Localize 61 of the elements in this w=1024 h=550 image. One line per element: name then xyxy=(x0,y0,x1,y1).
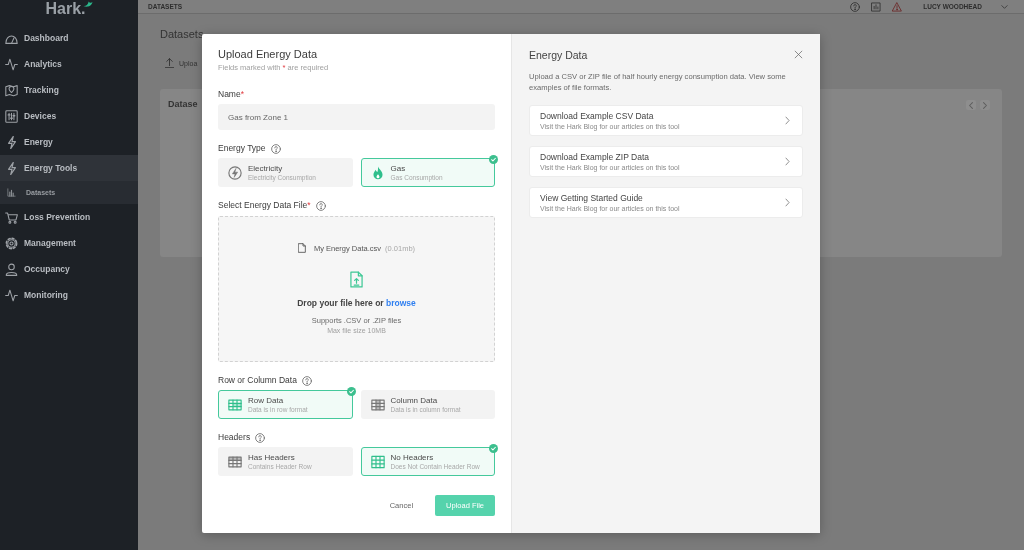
chevron-right-icon xyxy=(785,116,790,125)
sidebar-item[interactable]: Monitoring xyxy=(0,282,138,308)
bar-chart-icon[interactable] xyxy=(871,1,882,12)
chevron-left-icon xyxy=(969,101,973,109)
page-title: Datasets xyxy=(160,27,204,41)
map-pin-icon xyxy=(5,83,18,97)
check-icon xyxy=(489,155,498,164)
table-grid-icon xyxy=(370,454,385,469)
upload-file-icon xyxy=(350,271,363,288)
help-icon[interactable] xyxy=(301,375,312,386)
chevron-right-icon xyxy=(983,101,987,109)
name-input[interactable]: Gas from Zone 1 xyxy=(218,104,495,130)
dialog-title: Upload Energy Data xyxy=(218,48,319,61)
upload-icon xyxy=(165,58,174,68)
sidebar-item[interactable]: Analytics xyxy=(0,51,138,77)
table-row-icon xyxy=(228,397,242,412)
sidebar-item[interactable]: Energy xyxy=(0,129,138,155)
close-button[interactable] xyxy=(794,50,803,59)
help-icon[interactable] xyxy=(255,432,266,443)
field-label: Headers xyxy=(218,432,251,443)
person-icon xyxy=(5,262,18,276)
field-label: Energy Type xyxy=(218,143,266,154)
pulse-icon xyxy=(5,288,18,302)
warning-icon[interactable] xyxy=(892,1,903,12)
cart-icon xyxy=(5,210,18,224)
next-page-button[interactable] xyxy=(980,100,990,110)
pulse-icon xyxy=(5,57,18,71)
sidebar-item[interactable]: Occupancy xyxy=(0,256,138,282)
file-icon xyxy=(297,243,306,253)
sidebar-item[interactable]: Energy Tools xyxy=(0,155,138,181)
gear-icon xyxy=(5,236,18,250)
drop-instruction: Drop your file here or browse xyxy=(297,298,416,308)
sliders-icon xyxy=(5,109,18,123)
lightning-icon xyxy=(7,135,16,149)
card-title: Datase xyxy=(168,99,198,109)
browse-link[interactable]: browse xyxy=(386,298,416,308)
sidebar-item[interactable]: Management xyxy=(0,230,138,256)
panel-title: Energy Data xyxy=(529,48,588,61)
sidebar-item[interactable]: Dashboard xyxy=(0,25,138,51)
previous-page-button[interactable] xyxy=(966,100,976,110)
field-label: Select Energy Data File* xyxy=(218,200,311,211)
caret-icon[interactable] xyxy=(1001,4,1008,9)
lightning-icon xyxy=(228,165,242,180)
field-label: Name* xyxy=(218,89,244,100)
sidebar-item[interactable]: Loss Prevention xyxy=(0,204,138,230)
table-column-icon xyxy=(370,397,385,412)
sidebar-item[interactable]: Devices xyxy=(0,103,138,129)
help-icon[interactable] xyxy=(270,143,281,154)
table-header-icon xyxy=(228,454,242,469)
close-icon xyxy=(794,50,803,59)
chevron-right-icon xyxy=(785,157,790,166)
check-icon xyxy=(489,444,498,453)
help-icon[interactable] xyxy=(850,1,861,12)
field-label: Row or Column Data xyxy=(218,375,297,386)
sidebar-item[interactable]: Tracking xyxy=(0,77,138,103)
bar-chart-icon xyxy=(7,188,16,197)
help-icon[interactable] xyxy=(315,200,326,211)
logo-wordmark: Hark. xyxy=(45,0,86,17)
chevron-right-icon xyxy=(785,198,790,207)
check-icon xyxy=(346,387,356,396)
lightning-icon xyxy=(7,161,16,175)
